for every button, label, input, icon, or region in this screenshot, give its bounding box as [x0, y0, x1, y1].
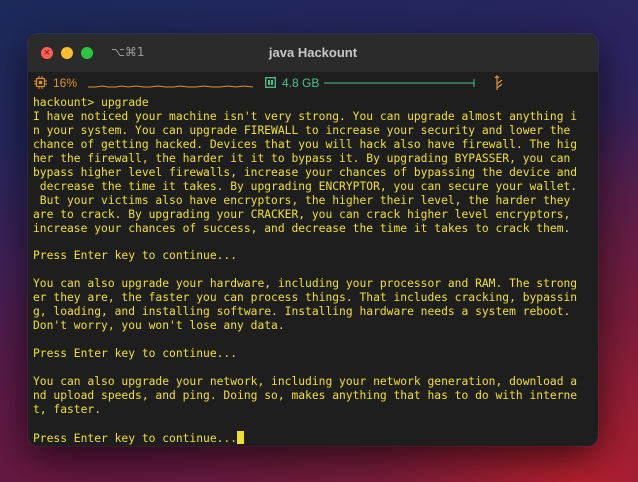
memory-usage-label: 4.8 GB: [282, 76, 320, 90]
terminal-line: You can also upgrade your hardware, incl…: [33, 277, 578, 291]
text-cursor: [237, 430, 245, 444]
cpu-chip-icon: [34, 76, 47, 89]
terminal-line: chance of getting hacked. Devices that y…: [33, 137, 578, 151]
network-arrows-icon: [494, 75, 503, 90]
memory-icon: [265, 77, 276, 88]
terminal-output[interactable]: hackount> upgrade I have noticed your ma…: [33, 96, 593, 446]
cpu-usage-label: 16%: [53, 76, 78, 90]
cpu-usage-graph: [88, 85, 253, 88]
terminal-line: increase your chances of success, and de…: [33, 221, 571, 235]
window-title: java Hackount: [268, 45, 358, 60]
terminal-line: Press Enter key to continue...: [33, 431, 238, 445]
terminal-line: But your victims also have encryptors, t…: [33, 193, 571, 207]
title-bar[interactable]: × ⌥⌘1 java Hackount: [28, 34, 598, 72]
terminal-line: Don't worry, you won't lose any data.: [33, 319, 285, 333]
terminal-window[interactable]: × ⌥⌘1 java Hackount 16% 4.8 GB hackount>…: [28, 34, 598, 446]
memory-usage-graph: [324, 79, 475, 87]
terminal-line: I have noticed your machine isn't very s…: [33, 109, 578, 123]
terminal-line: er they are, the faster you can process …: [33, 291, 578, 305]
command-prompt-line: hackount> upgrade: [33, 96, 149, 109]
terminal-line: her the firewall, the harder it it to by…: [33, 151, 571, 165]
terminal-line: bypass higher level firewalls, increase …: [33, 165, 578, 179]
terminal-line: nd upload speeds, and ping. Doing so, ma…: [33, 389, 578, 403]
terminal-line: g, loading, and installing software. Ins…: [33, 305, 571, 319]
terminal-line: are to crack. By upgrading your CRACKER,…: [33, 207, 571, 221]
terminal-line: decrease the time it takes. By upgrading…: [33, 179, 578, 193]
terminal-line: Press Enter key to continue...: [33, 347, 238, 361]
terminal-line: n your system. You can upgrade FIREWALL …: [33, 123, 571, 137]
terminal-line: t, faster.: [33, 402, 102, 416]
terminal-line: Press Enter key to continue...: [33, 249, 238, 263]
terminal-line: You can also upgrade your network, inclu…: [33, 375, 578, 389]
status-bar: 16% 4.8 GB: [28, 72, 598, 94]
